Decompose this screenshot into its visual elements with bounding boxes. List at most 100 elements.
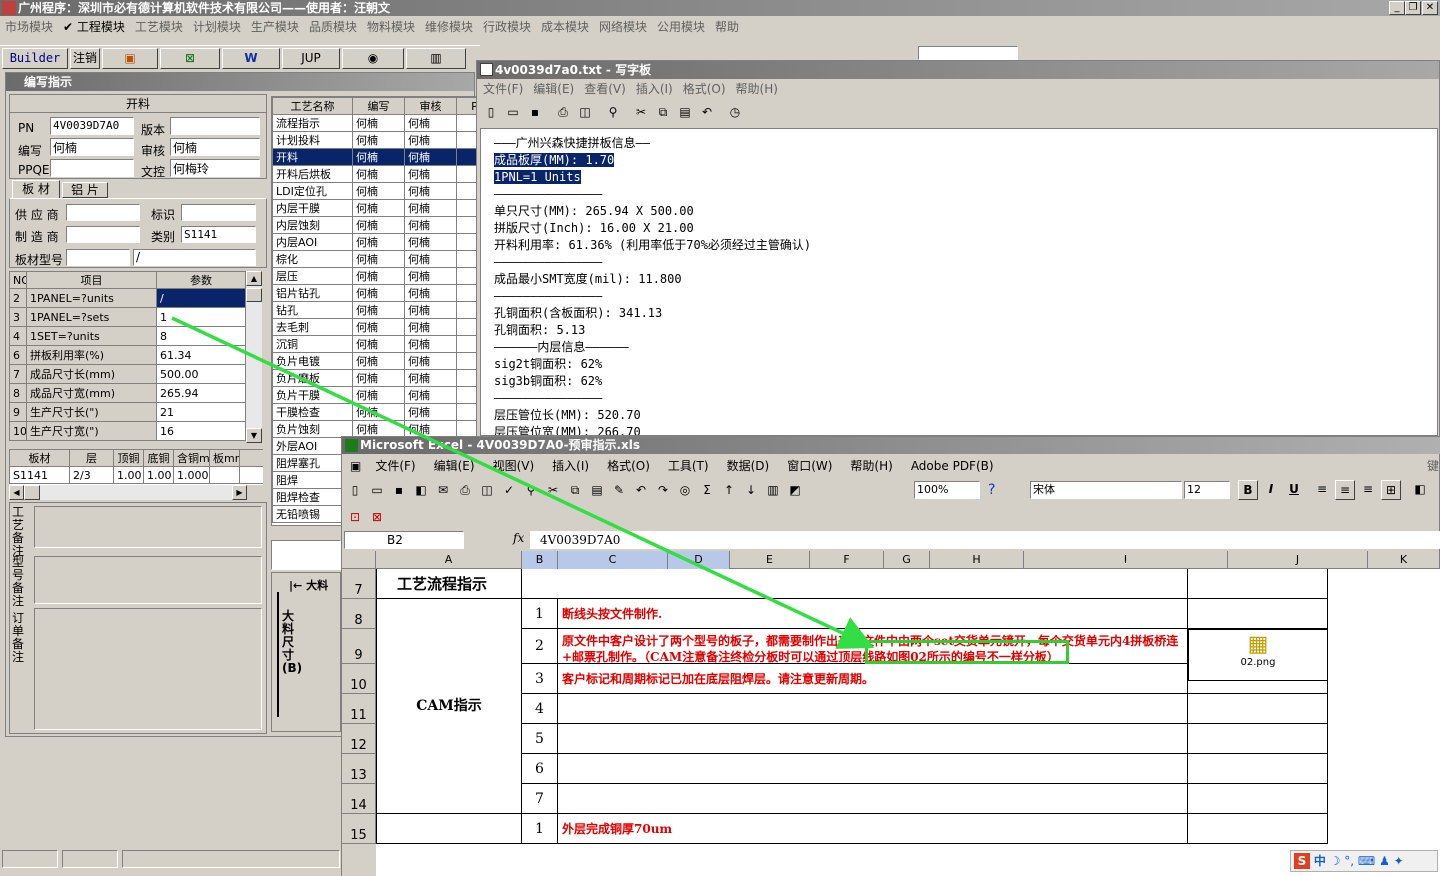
process-cell[interactable]: 何楠	[404, 131, 457, 149]
row-number-cell[interactable]: 5	[522, 724, 558, 754]
process-cell[interactable]: 何楠	[352, 284, 405, 302]
process-cell[interactable]: 何楠	[404, 420, 457, 438]
row-number-cell[interactable]: 1	[522, 599, 558, 629]
process-cell[interactable]: 何楠	[404, 318, 457, 336]
process-cell[interactable]: 负片电镀	[272, 352, 353, 370]
cell[interactable]	[1188, 569, 1328, 599]
menu-item[interactable]: 市场模块	[0, 17, 58, 37]
row-number-cell[interactable]: 6	[522, 754, 558, 784]
material-cell[interactable]	[209, 466, 240, 484]
process-row[interactable]: 流程指示 何楠 何楠	[272, 114, 480, 132]
process-cell[interactable]: 何楠	[404, 165, 457, 183]
zoom-select[interactable]: 100%	[914, 481, 980, 499]
excel-menu-item[interactable]: 视图(V)	[484, 456, 544, 476]
process-cell[interactable]: 何楠	[352, 199, 405, 217]
menu-item[interactable]: 成本模块	[536, 17, 594, 37]
row-number-cell[interactable]: 3	[522, 664, 558, 694]
process-cell[interactable]: 何楠	[352, 335, 405, 353]
process-cell[interactable]: 内层干膜	[272, 199, 353, 217]
menu-item[interactable]: 工艺模块	[130, 17, 188, 37]
process-cell[interactable]: 何楠	[404, 284, 457, 302]
undo-icon[interactable]: ↶	[697, 102, 717, 122]
process-cell[interactable]: 何楠	[352, 131, 405, 149]
ime-toolbar[interactable]: S 中 ☽ °, ⌨ ♟ ✦	[1290, 850, 1438, 872]
params-cell[interactable]: 61.34	[156, 345, 246, 365]
process-row[interactable]: 去毛刺 何楠 何楠	[272, 318, 480, 336]
align-center-icon[interactable]: ≡	[1335, 480, 1355, 500]
process-cell[interactable]: 何楠	[404, 233, 457, 251]
params-col-header[interactable]: 项目	[26, 271, 157, 289]
format-painter-icon[interactable]: ✎	[609, 480, 629, 500]
pdf-create-icon[interactable]: ⊡	[345, 507, 365, 527]
chart-icon[interactable]: ▥	[763, 480, 783, 500]
process-cell[interactable]: 开料	[272, 148, 353, 166]
params-cell[interactable]: 生产尺寸宽(")	[26, 421, 157, 441]
process-cell[interactable]: 何楠	[404, 301, 457, 319]
process-input[interactable]	[271, 540, 341, 570]
column-header[interactable]: D	[668, 551, 730, 569]
process-cell[interactable]: 棕化	[272, 250, 353, 268]
process-cell[interactable]: 负片蚀刻	[272, 420, 353, 438]
process-cell[interactable]: 何楠	[404, 369, 457, 387]
drawing-icon[interactable]: ◩	[785, 480, 805, 500]
redo-icon[interactable]: ↷	[653, 480, 673, 500]
row-header[interactable]: 8	[342, 599, 376, 629]
process-row[interactable]: 层压 何楠 何楠	[272, 267, 480, 285]
process-cell[interactable]: 何楠	[352, 233, 405, 251]
params-col-header[interactable]: NO	[9, 271, 27, 289]
cell[interactable]	[1188, 814, 1328, 844]
process-cell[interactable]: 何楠	[352, 114, 405, 132]
open-icon[interactable]: ▭	[367, 480, 387, 500]
datetime-icon[interactable]: ◷	[725, 102, 745, 122]
supplier-field[interactable]	[66, 204, 140, 221]
instruction-cell[interactable]	[558, 694, 1188, 724]
help-icon[interactable]: ?	[988, 482, 995, 498]
column-header[interactable]: I	[1024, 551, 1228, 569]
process-cell[interactable]: 何楠	[404, 335, 457, 353]
process-cell[interactable]: 干膜检查	[272, 403, 353, 421]
process-cell[interactable]: 何楠	[352, 182, 405, 200]
builder-button[interactable]: Builder	[2, 48, 68, 69]
material-cell[interactable]: S1141	[9, 466, 70, 484]
header-title-cell[interactable]: 工艺流程指示	[376, 569, 522, 599]
wordpad-menu-item[interactable]: 查看(V)	[579, 80, 631, 98]
hyperlink-icon[interactable]: ◎	[675, 480, 695, 500]
copy-icon[interactable]: ⧉	[565, 480, 585, 500]
scroll-left-icon[interactable]: ◀	[9, 485, 24, 500]
process-row[interactable]: 开料 何楠 何楠	[272, 148, 480, 166]
pdf-convert-icon[interactable]: ◧	[1410, 482, 1430, 496]
tab-alu[interactable]: 铝 片	[62, 182, 108, 198]
save-icon[interactable]: ▪	[389, 480, 409, 500]
params-cell[interactable]: 16	[156, 421, 246, 441]
process-cell[interactable]: 流程指示	[272, 114, 353, 132]
merged-cell[interactable]	[522, 569, 1188, 599]
sort-asc-icon[interactable]: ↑	[719, 480, 739, 500]
cell[interactable]	[1188, 784, 1328, 814]
params-cell[interactable]: 1PANEL=?units	[26, 288, 157, 308]
params-row[interactable]: 4 1SET=?units 8	[9, 326, 246, 346]
preview-icon[interactable]: ◫	[575, 102, 595, 122]
ime-mode[interactable]: 中	[1314, 854, 1326, 868]
pdf-email-icon[interactable]: ⊠	[367, 507, 387, 527]
eye-icon[interactable]: ◉	[342, 48, 404, 69]
column-header[interactable]: G	[884, 551, 930, 569]
params-row[interactable]: 9 生产尺寸长(") 21	[9, 402, 246, 422]
process-cell[interactable]: 内层蚀刻	[272, 216, 353, 234]
tab-board[interactable]: 板 材	[12, 180, 60, 198]
material-hscroll[interactable]: ◀ ▶	[9, 485, 247, 500]
wordpad-menu-item[interactable]: 编辑(E)	[528, 80, 579, 98]
column-header[interactable]: B	[522, 551, 558, 569]
excel-menu-item[interactable]: 工具(T)	[659, 456, 718, 476]
menu-item[interactable]: 网络模块	[594, 17, 652, 37]
process-cell[interactable]: 何楠	[352, 216, 405, 234]
menu-item[interactable]: 品质模块	[304, 17, 362, 37]
params-cell[interactable]: 21	[156, 402, 246, 422]
font-size-select[interactable]: 12	[1184, 481, 1230, 499]
find-icon[interactable]: ⚲	[603, 102, 623, 122]
mark-field[interactable]	[181, 204, 256, 221]
process-cell[interactable]: 负片磨板	[272, 369, 353, 387]
process-cell[interactable]: 何楠	[404, 182, 457, 200]
column-header[interactable]: F	[810, 551, 884, 569]
process-cell[interactable]: 何楠	[352, 403, 405, 421]
params-cell[interactable]: 1SET=?units	[26, 326, 157, 346]
